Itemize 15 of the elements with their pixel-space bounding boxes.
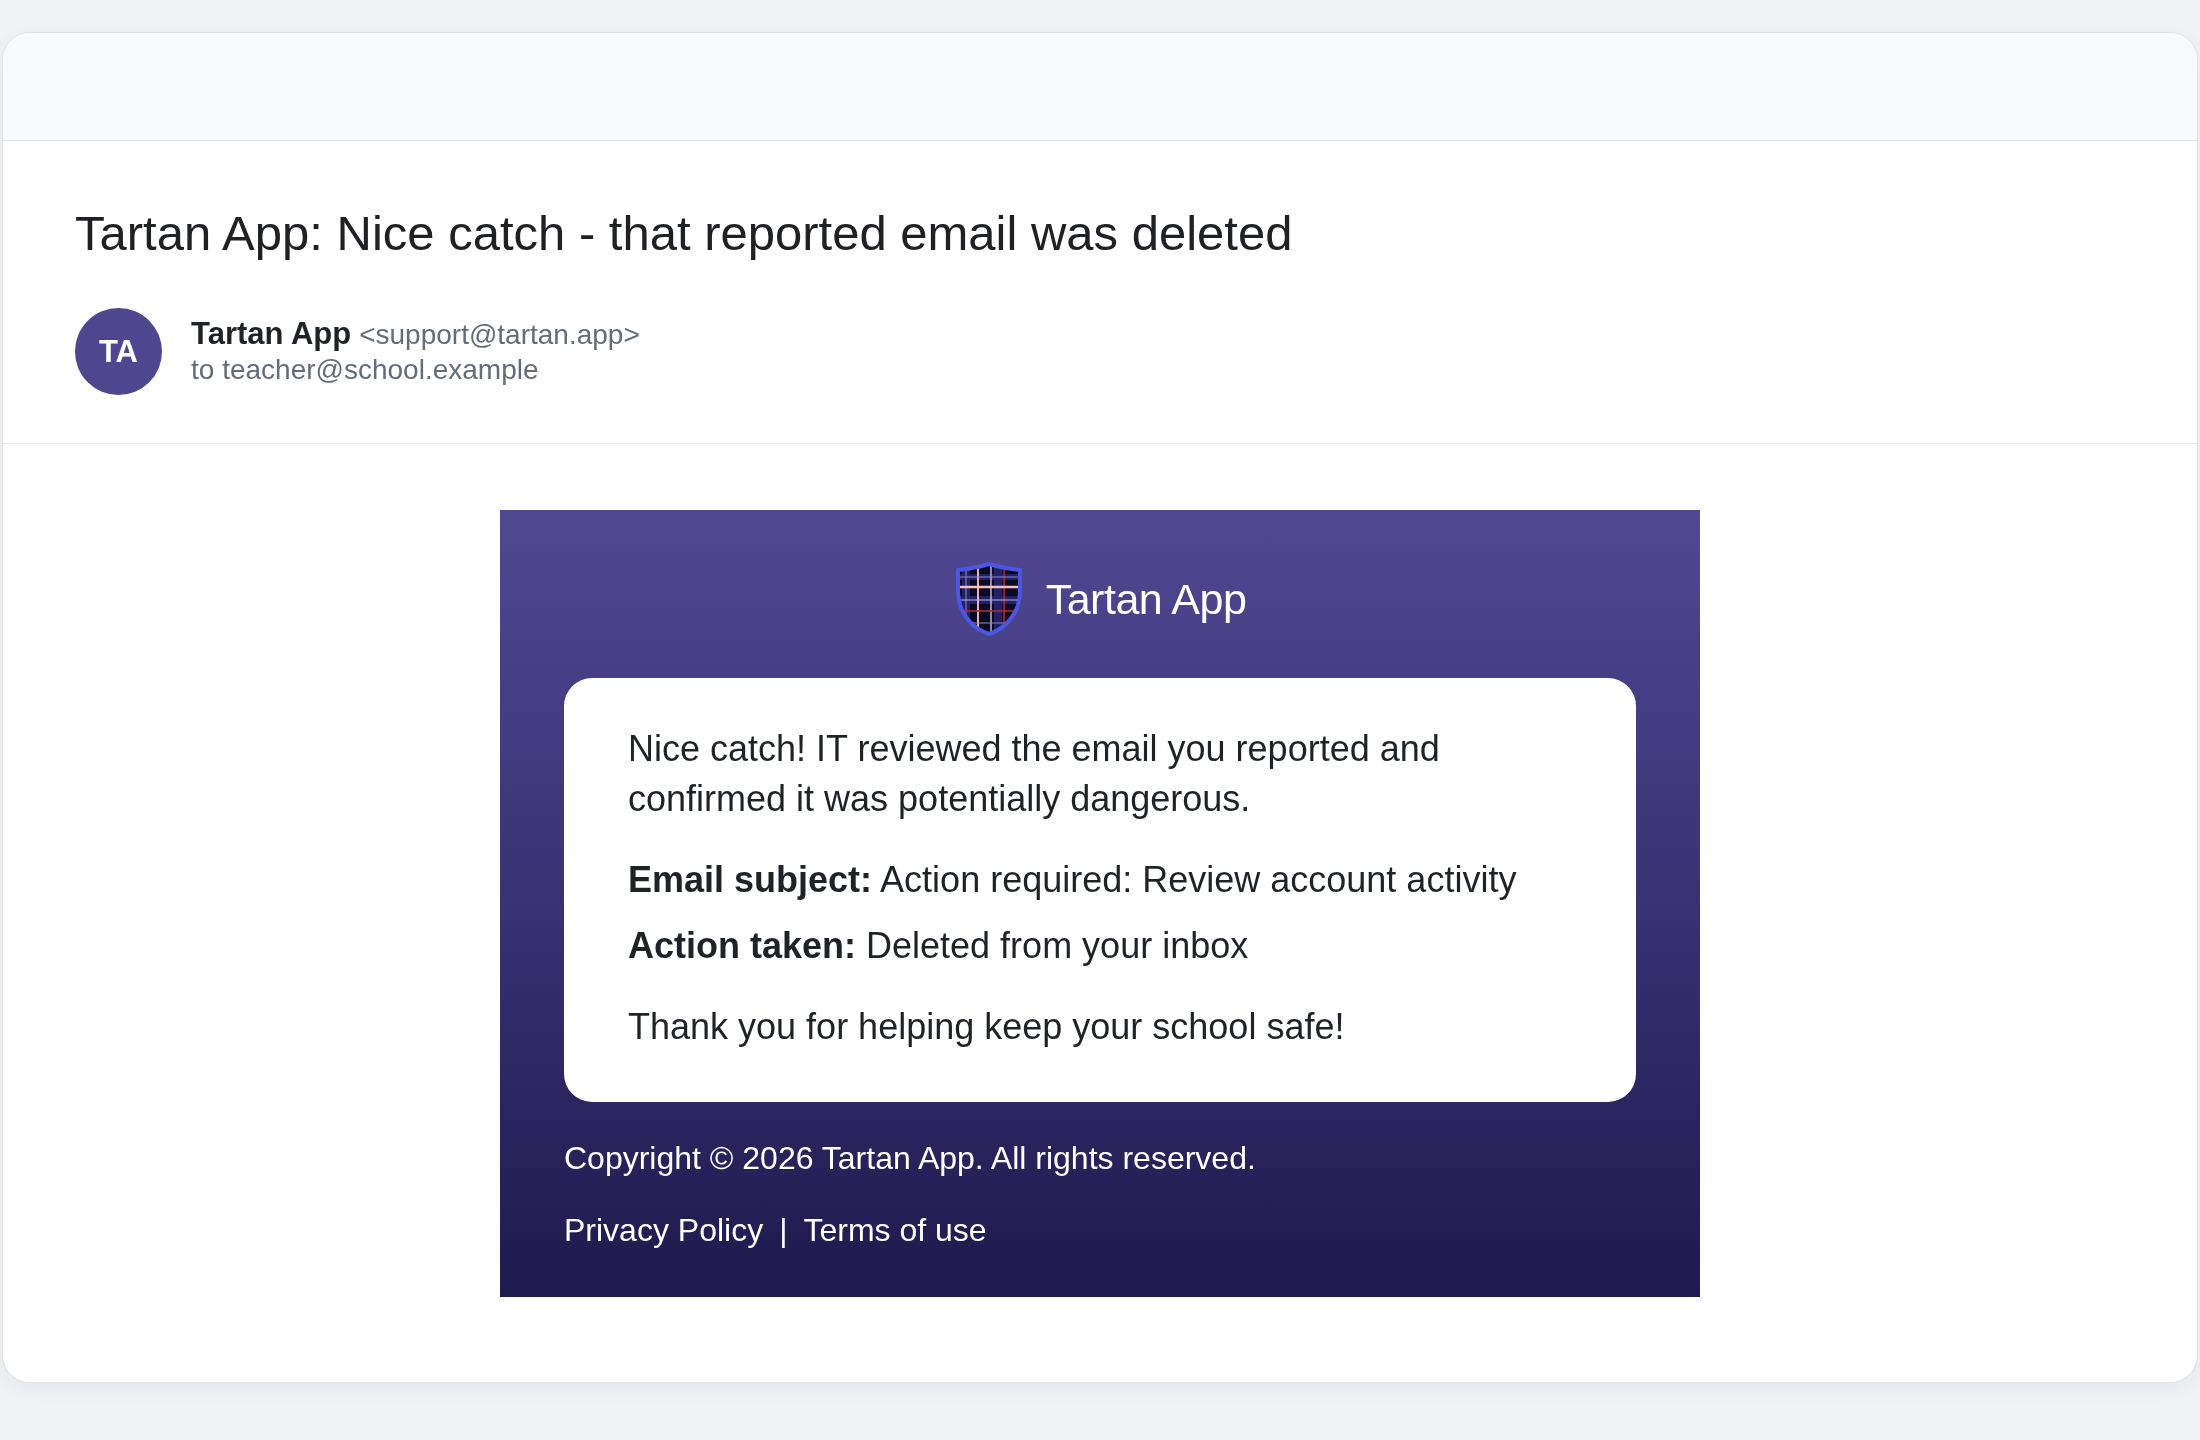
copyright-text: Copyright © 2026 Tartan App. All rights reserved. [564,1139,1257,1178]
closing-text: Thank you for helping keep your school safe! [628,1005,1346,1049]
recipient-line: to teacher@school.example [191,353,540,387]
sender-name: Tartan App [191,316,352,352]
footer-link[interactable]: Privacy Policy [564,1208,764,1253]
sender-avatar: TA [75,308,162,395]
detail-line: Email subject: Action required: Review account activity [628,858,1518,902]
email-subject: Tartan App: Nice catch - that reported email was deleted [75,205,1294,262]
link-separator: | [779,1211,788,1250]
sender-address: <support@tartan.app> [359,318,640,352]
message-text: Nice catch! IT reviewed the email you reported and confirmed it was potentially dangerous. [628,727,1441,821]
brand-name: Tartan App [1045,573,1247,625]
detail-line: Action taken: Deleted from your inbox [628,924,1250,968]
plaid-shield-icon [953,560,1024,637]
footer-link[interactable]: Terms of use [803,1208,987,1253]
